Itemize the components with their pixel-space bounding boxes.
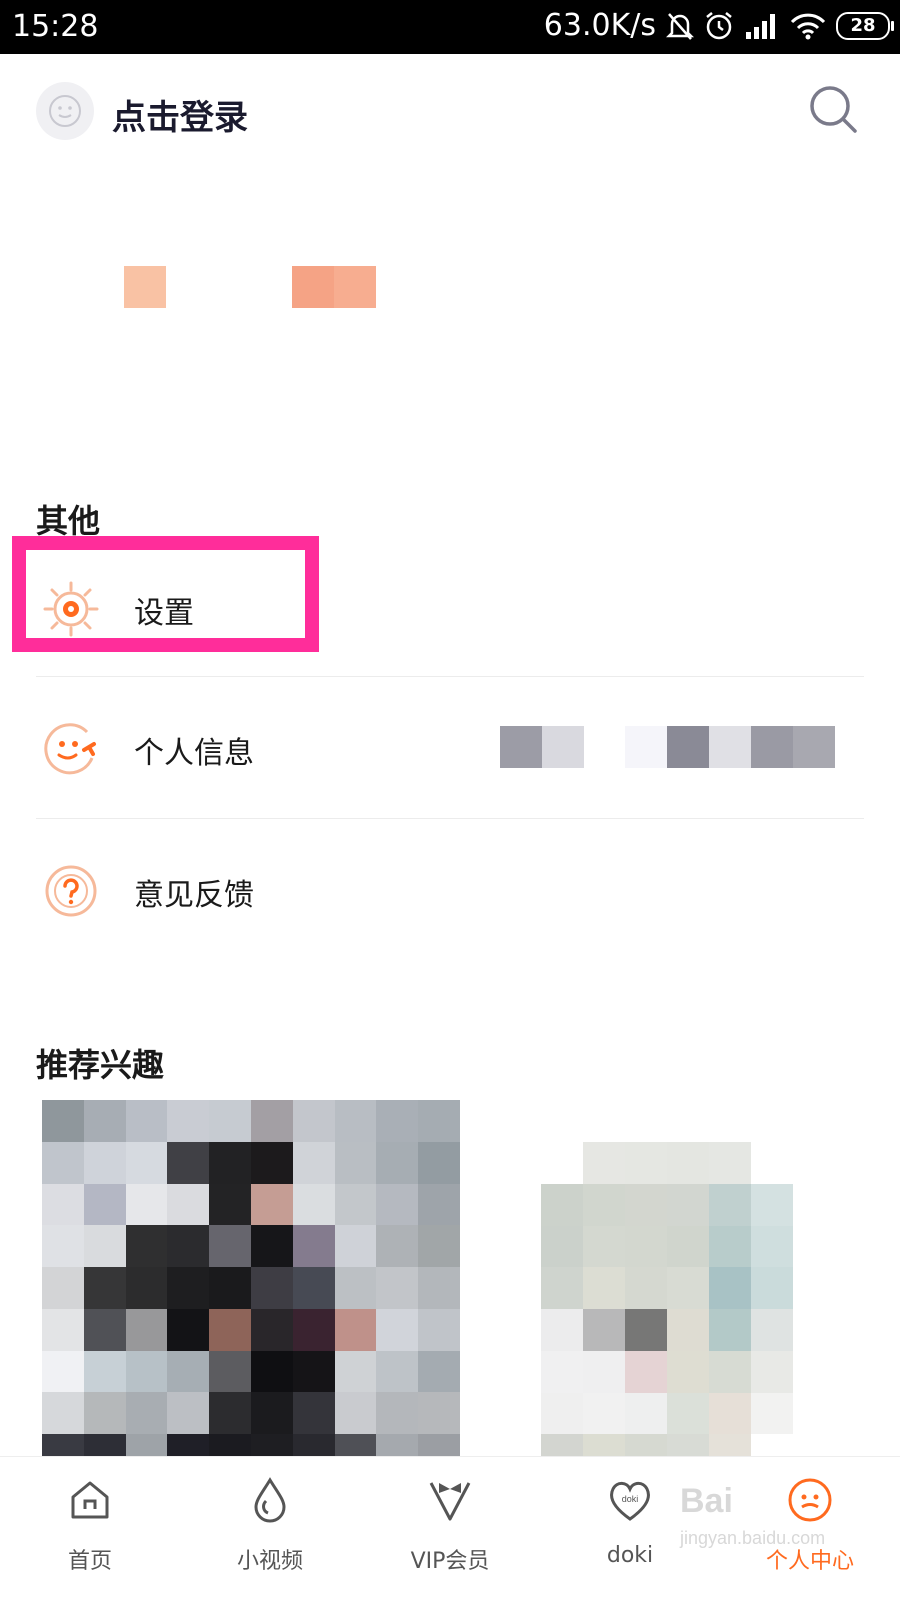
mosaic-block xyxy=(793,726,835,768)
status-time: 15:28 xyxy=(12,9,99,44)
battery-icon: 28 xyxy=(836,11,894,40)
status-right: 63.0K/s 28 xyxy=(543,8,894,43)
smiley-avatar-icon xyxy=(49,95,81,127)
personal-info-label: 个人信息 xyxy=(134,736,254,771)
tab-vip[interactable]: VIP会员 xyxy=(380,1475,520,1575)
mosaic-block xyxy=(542,726,584,768)
login-link[interactable]: 点击登录 xyxy=(112,90,248,139)
svg-text:doki: doki xyxy=(622,1494,639,1504)
recommend-image[interactable] xyxy=(42,1100,460,1476)
mosaic-block xyxy=(667,726,709,768)
divider xyxy=(36,818,864,819)
signal-icon xyxy=(746,13,775,39)
highlight-box xyxy=(12,536,319,652)
mosaic-block xyxy=(334,266,376,308)
droplet-icon xyxy=(254,1477,286,1523)
wifi-icon xyxy=(790,13,826,39)
section-title-recommend: 推荐兴趣 xyxy=(36,1046,165,1084)
tab-short-video-label: 小视频 xyxy=(236,1549,303,1574)
watermark-url: jingyan.baidu.com xyxy=(680,1528,826,1548)
home-icon xyxy=(71,1481,109,1519)
tab-home-label: 首页 xyxy=(67,1549,112,1574)
menu-item-personal-info[interactable]: 个人信息 xyxy=(0,680,900,816)
tab-short-video[interactable]: 小视频 xyxy=(200,1475,340,1575)
tab-vip-label: VIP会员 xyxy=(410,1549,490,1574)
tab-home[interactable]: 首页 xyxy=(20,1475,160,1575)
mute-icon xyxy=(666,12,694,40)
mosaic-block xyxy=(292,266,334,308)
avatar[interactable] xyxy=(36,82,94,140)
watermark-logo: Bai xyxy=(680,1482,733,1520)
menu-item-feedback[interactable]: 意见反馈 xyxy=(0,822,900,958)
mosaic-block xyxy=(500,726,542,768)
tab-profile[interactable]: 个人中心 xyxy=(740,1475,880,1575)
mosaic-block xyxy=(124,266,166,308)
doki-heart-icon: doki xyxy=(610,1481,650,1521)
question-icon xyxy=(45,865,97,917)
face-wrench-icon xyxy=(44,723,96,775)
profile-face-icon xyxy=(788,1478,832,1522)
mosaic-block xyxy=(709,726,751,768)
profile-header: 点击登录 xyxy=(0,54,900,174)
status-bar: 15:28 63.0K/s 28 xyxy=(0,0,900,54)
alarm-icon xyxy=(706,11,732,39)
feedback-label: 意见反馈 xyxy=(134,878,254,913)
vip-bowtie-icon xyxy=(429,1482,471,1521)
mosaic-block xyxy=(751,726,793,768)
tab-doki-label: doki xyxy=(606,1543,654,1568)
tab-doki[interactable]: doki doki xyxy=(560,1475,700,1568)
divider xyxy=(36,676,864,677)
mosaic-block xyxy=(625,726,667,768)
battery-level: 28 xyxy=(850,15,876,36)
search-icon[interactable] xyxy=(806,82,862,138)
recommend-image[interactable] xyxy=(541,1142,793,1476)
network-speed: 63.0K/s xyxy=(543,8,656,43)
